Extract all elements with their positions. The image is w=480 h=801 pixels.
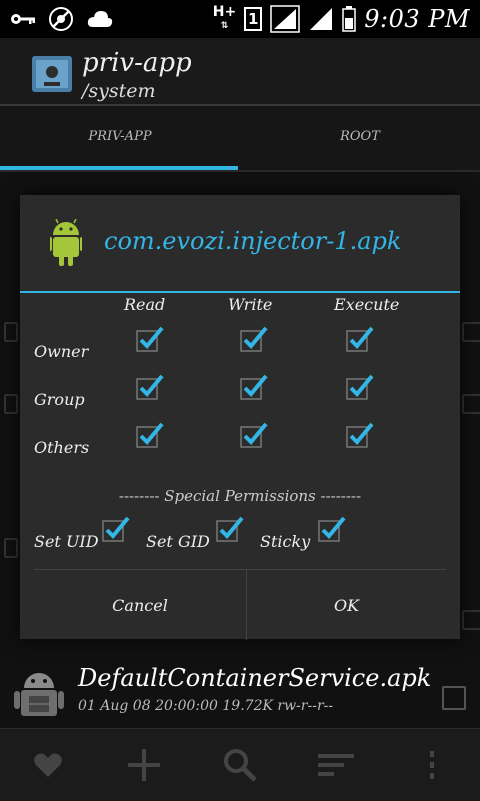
network-type: H+ [212, 4, 237, 20]
search-icon [224, 749, 257, 782]
overflow-menu-button[interactable] [384, 729, 480, 801]
row-label-owner: Owner [34, 342, 89, 361]
owner-execute-checkbox[interactable] [346, 325, 374, 353]
dialog-button-row: Cancel OK [34, 569, 446, 640]
sticky-checkbox[interactable] [318, 515, 346, 543]
row-label-group: Group [34, 390, 85, 409]
overflow-icon [430, 751, 434, 779]
folder-path: /system [82, 80, 156, 102]
signal-icon-2 [310, 8, 333, 30]
list-item-checkbox[interactable] [4, 538, 18, 558]
special-permissions-header: -------- Special Permissions -------- [118, 487, 362, 505]
cloud-icon [87, 11, 113, 27]
list-item-checkbox[interactable] [442, 686, 466, 710]
column-header-read: Read [124, 295, 166, 314]
dialog-title-divider [20, 291, 460, 293]
sim-indicator: 1 [244, 7, 263, 31]
permissions-dialog: com.evozi.injector-1.apk Read Write Exec… [20, 195, 460, 640]
plus-icon [128, 749, 160, 781]
row-label-others: Others [34, 438, 90, 457]
search-button[interactable] [192, 729, 288, 801]
list-item-checkbox[interactable] [4, 322, 18, 342]
others-read-checkbox[interactable] [136, 421, 164, 449]
group-read-checkbox[interactable] [136, 373, 164, 401]
cancel-button[interactable]: Cancel [34, 570, 246, 640]
sticky-label: Sticky [260, 532, 311, 551]
others-execute-checkbox[interactable] [346, 421, 374, 449]
folder-title: priv-app [82, 48, 192, 78]
bottom-toolbar [0, 728, 480, 801]
clock: 9:03 PM [364, 5, 470, 33]
dialog-header: com.evozi.injector-1.apk [20, 195, 460, 291]
add-button[interactable] [96, 729, 192, 801]
set-uid-checkbox[interactable] [102, 515, 130, 543]
group-write-checkbox[interactable] [240, 373, 268, 401]
heart-icon [34, 753, 62, 777]
action-bar: priv-app /system [0, 38, 480, 106]
battery-icon [342, 6, 356, 32]
tab-root[interactable]: ROOT [240, 106, 480, 166]
android-package-icon [14, 673, 64, 716]
set-gid-checkbox[interactable] [216, 515, 244, 543]
list-item-checkbox[interactable] [462, 394, 480, 414]
column-header-execute: Execute [334, 295, 400, 314]
others-write-checkbox[interactable] [240, 421, 268, 449]
signal-icon [270, 5, 300, 33]
network-type-indicator: H+ ⇅ [212, 4, 237, 31]
file-name: DefaultContainerService.apk [78, 664, 432, 692]
favorites-button[interactable] [0, 729, 96, 801]
list-item[interactable]: DefaultContainerService.apk 01 Aug 08 20… [0, 656, 480, 728]
key-icon [11, 14, 35, 24]
status-bar: H+ ⇅ 1 9:03 PM [0, 0, 480, 38]
sort-icon [318, 754, 354, 776]
android-icon [50, 219, 82, 266]
sort-button[interactable] [288, 729, 384, 801]
list-item-checkbox[interactable] [462, 322, 480, 342]
usb-debug-icon [49, 7, 73, 31]
owner-read-checkbox[interactable] [136, 325, 164, 353]
list-item-checkbox[interactable] [4, 394, 18, 414]
owner-write-checkbox[interactable] [240, 325, 268, 353]
column-header-write: Write [228, 295, 273, 314]
set-uid-label: Set UID [34, 532, 99, 551]
list-item-checkbox[interactable] [462, 610, 480, 630]
group-execute-checkbox[interactable] [346, 373, 374, 401]
set-gid-label: Set GID [146, 532, 210, 551]
dialog-title: com.evozi.injector-1.apk [104, 227, 402, 255]
app-folder-icon[interactable] [30, 52, 74, 96]
tab-bar: PRIV-APP ROOT [0, 106, 480, 172]
ok-button[interactable]: OK [247, 570, 446, 640]
tab-priv-app[interactable]: PRIV-APP [0, 106, 240, 166]
file-meta: 01 Aug 08 20:00:00 19.72K rw-r--r-- [78, 698, 334, 714]
